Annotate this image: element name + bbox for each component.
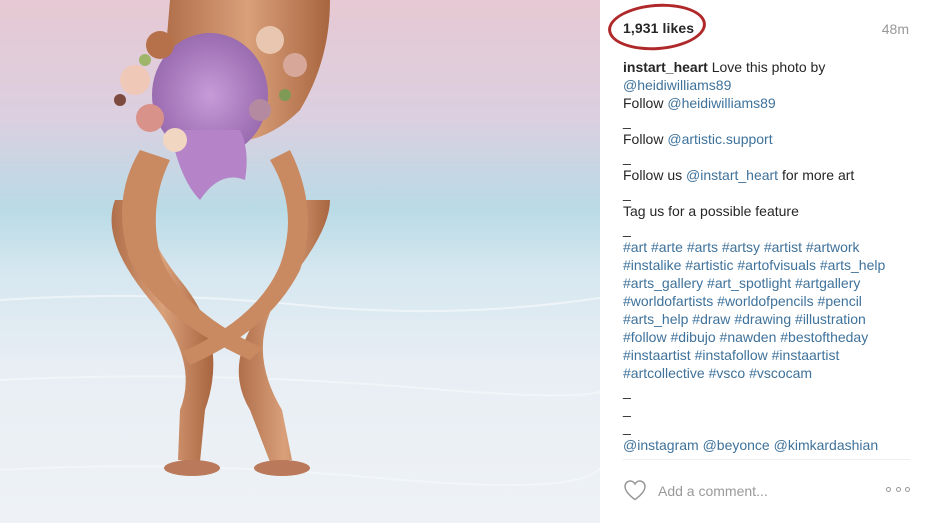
post-timestamp[interactable]: 48m bbox=[882, 21, 909, 37]
hashtag-link[interactable]: #drawing bbox=[734, 311, 791, 327]
caption-line: Tag us for a possible feature bbox=[623, 202, 913, 220]
caption-text: _ bbox=[623, 383, 631, 399]
caption-line: _ bbox=[623, 400, 913, 418]
heart-outline-icon[interactable] bbox=[623, 479, 647, 501]
caption-text: Follow bbox=[623, 131, 668, 147]
caption-line: Follow @heidiwilliams89 bbox=[623, 94, 913, 112]
caption-text: _ bbox=[623, 185, 631, 201]
caption-line: #instalike #artistic #artofvisuals #arts… bbox=[623, 256, 913, 274]
hashtag-link[interactable]: #arts_help bbox=[820, 257, 885, 273]
caption-text: _ bbox=[623, 113, 631, 129]
hashtag-link[interactable]: #artistic bbox=[685, 257, 733, 273]
caption-text: Follow us bbox=[623, 167, 687, 183]
mention-link[interactable]: @instagram bbox=[623, 437, 699, 453]
caption-line: #worldofartists #worldofpencils #pencil bbox=[623, 292, 913, 310]
hashtag-link[interactable]: #instafollow bbox=[695, 347, 768, 363]
mention-link[interactable]: @beyonce bbox=[703, 437, 770, 453]
caption-line: @instagram @beyonce @kimkardashian bbox=[623, 436, 913, 454]
author-username[interactable]: instart_heart bbox=[623, 59, 708, 75]
caption-line: _ bbox=[623, 112, 913, 130]
mention-link[interactable]: @instart_heart bbox=[686, 167, 778, 183]
dot bbox=[905, 486, 910, 492]
caption-line: #arts_help #draw #drawing #illustration bbox=[623, 310, 913, 328]
hashtag-link[interactable]: #art_spotlight bbox=[707, 275, 791, 291]
hashtag-link[interactable]: #artgallery bbox=[795, 275, 860, 291]
mention-link[interactable]: @heidiwilliams89 bbox=[667, 95, 775, 111]
hashtag-link[interactable]: #instalike bbox=[623, 257, 681, 273]
caption-line: @heidiwilliams89 bbox=[623, 76, 913, 94]
hashtag-link[interactable]: #arts_gallery bbox=[623, 275, 703, 291]
hashtag-link[interactable]: #artsy bbox=[722, 239, 760, 255]
photo-illustration bbox=[0, 0, 600, 487]
hashtag-link[interactable]: #arts_help bbox=[623, 311, 688, 327]
comment-input[interactable] bbox=[658, 480, 868, 502]
hashtag-link[interactable]: #vscocam bbox=[749, 365, 812, 381]
hashtag-link[interactable]: #arts bbox=[687, 239, 718, 255]
hashtag-link[interactable]: #arte bbox=[651, 239, 683, 255]
caption-text: _ bbox=[623, 419, 631, 435]
caption-line: #instaartist #instafollow #instaartist bbox=[623, 346, 913, 364]
caption-line: _ bbox=[623, 382, 913, 400]
ellipsis-icon[interactable] bbox=[886, 482, 910, 496]
caption-text: Love this photo by bbox=[707, 59, 826, 75]
caption-line: _ bbox=[623, 418, 913, 436]
caption-line: #arts_gallery #art_spotlight #artgallery bbox=[623, 274, 913, 292]
caption-line: #artcollective #vsco #vscocam bbox=[623, 364, 913, 382]
like-count[interactable]: 1,931 likes bbox=[623, 20, 694, 36]
caption-text: Follow bbox=[623, 95, 668, 111]
post-photo[interactable] bbox=[0, 0, 600, 523]
hashtag-link[interactable]: #pencil bbox=[818, 293, 862, 309]
caption-line: _ bbox=[623, 220, 913, 238]
caption-line: instart_heart Love this photo by bbox=[623, 58, 913, 76]
dot bbox=[895, 486, 901, 492]
hashtag-link[interactable]: #illustration bbox=[795, 311, 866, 327]
hashtag-link[interactable]: #instaartist bbox=[772, 347, 840, 363]
caption-text: for more art bbox=[778, 167, 855, 183]
comment-divider bbox=[623, 459, 910, 460]
comment-bar bbox=[623, 476, 910, 506]
hashtag-link[interactable]: #artwork bbox=[806, 239, 860, 255]
caption-text: Tag us for a possible feature bbox=[623, 203, 799, 219]
caption-line: Follow us @instart_heart for more art bbox=[623, 166, 913, 184]
hashtag-link[interactable]: #vsco bbox=[709, 365, 746, 381]
hashtag-link[interactable]: #artcollective bbox=[623, 365, 705, 381]
hashtag-link[interactable]: #nawden bbox=[720, 329, 777, 345]
hashtag-link[interactable]: #worldofpencils bbox=[717, 293, 814, 309]
caption-text: _ bbox=[623, 149, 631, 165]
caption-line: _ bbox=[623, 184, 913, 202]
hashtag-link[interactable]: #artofvisuals bbox=[737, 257, 816, 273]
mention-link[interactable]: @kimkardashian bbox=[774, 437, 878, 453]
caption-line: Follow @artistic.support bbox=[623, 130, 913, 148]
caption-line: #art #arte #arts #artsy #artist #artwork bbox=[623, 238, 913, 256]
hashtag-link[interactable]: #worldofartists bbox=[623, 293, 713, 309]
post-details-panel: 1,931 likes 48m instart_heart Love this … bbox=[600, 0, 933, 523]
mention-link[interactable]: @artistic.support bbox=[667, 131, 772, 147]
caption-text: _ bbox=[623, 221, 631, 237]
mention-link[interactable]: @heidiwilliams89 bbox=[623, 77, 731, 93]
hashtag-link[interactable]: #dibujo bbox=[670, 329, 715, 345]
dot bbox=[886, 486, 891, 492]
hashtag-link[interactable]: #instaartist bbox=[623, 347, 691, 363]
hashtag-link[interactable]: #follow bbox=[623, 329, 667, 345]
caption-line: _ bbox=[623, 148, 913, 166]
caption-text: _ bbox=[623, 401, 631, 417]
post-caption: instart_heart Love this photo by @heidiwi… bbox=[623, 58, 913, 454]
hashtag-link[interactable]: #bestoftheday bbox=[780, 329, 868, 345]
hashtag-link[interactable]: #art bbox=[623, 239, 647, 255]
hashtag-link[interactable]: #draw bbox=[692, 311, 730, 327]
hashtag-link[interactable]: #artist bbox=[764, 239, 802, 255]
caption-line: #follow #dibujo #nawden #bestoftheday bbox=[623, 328, 913, 346]
